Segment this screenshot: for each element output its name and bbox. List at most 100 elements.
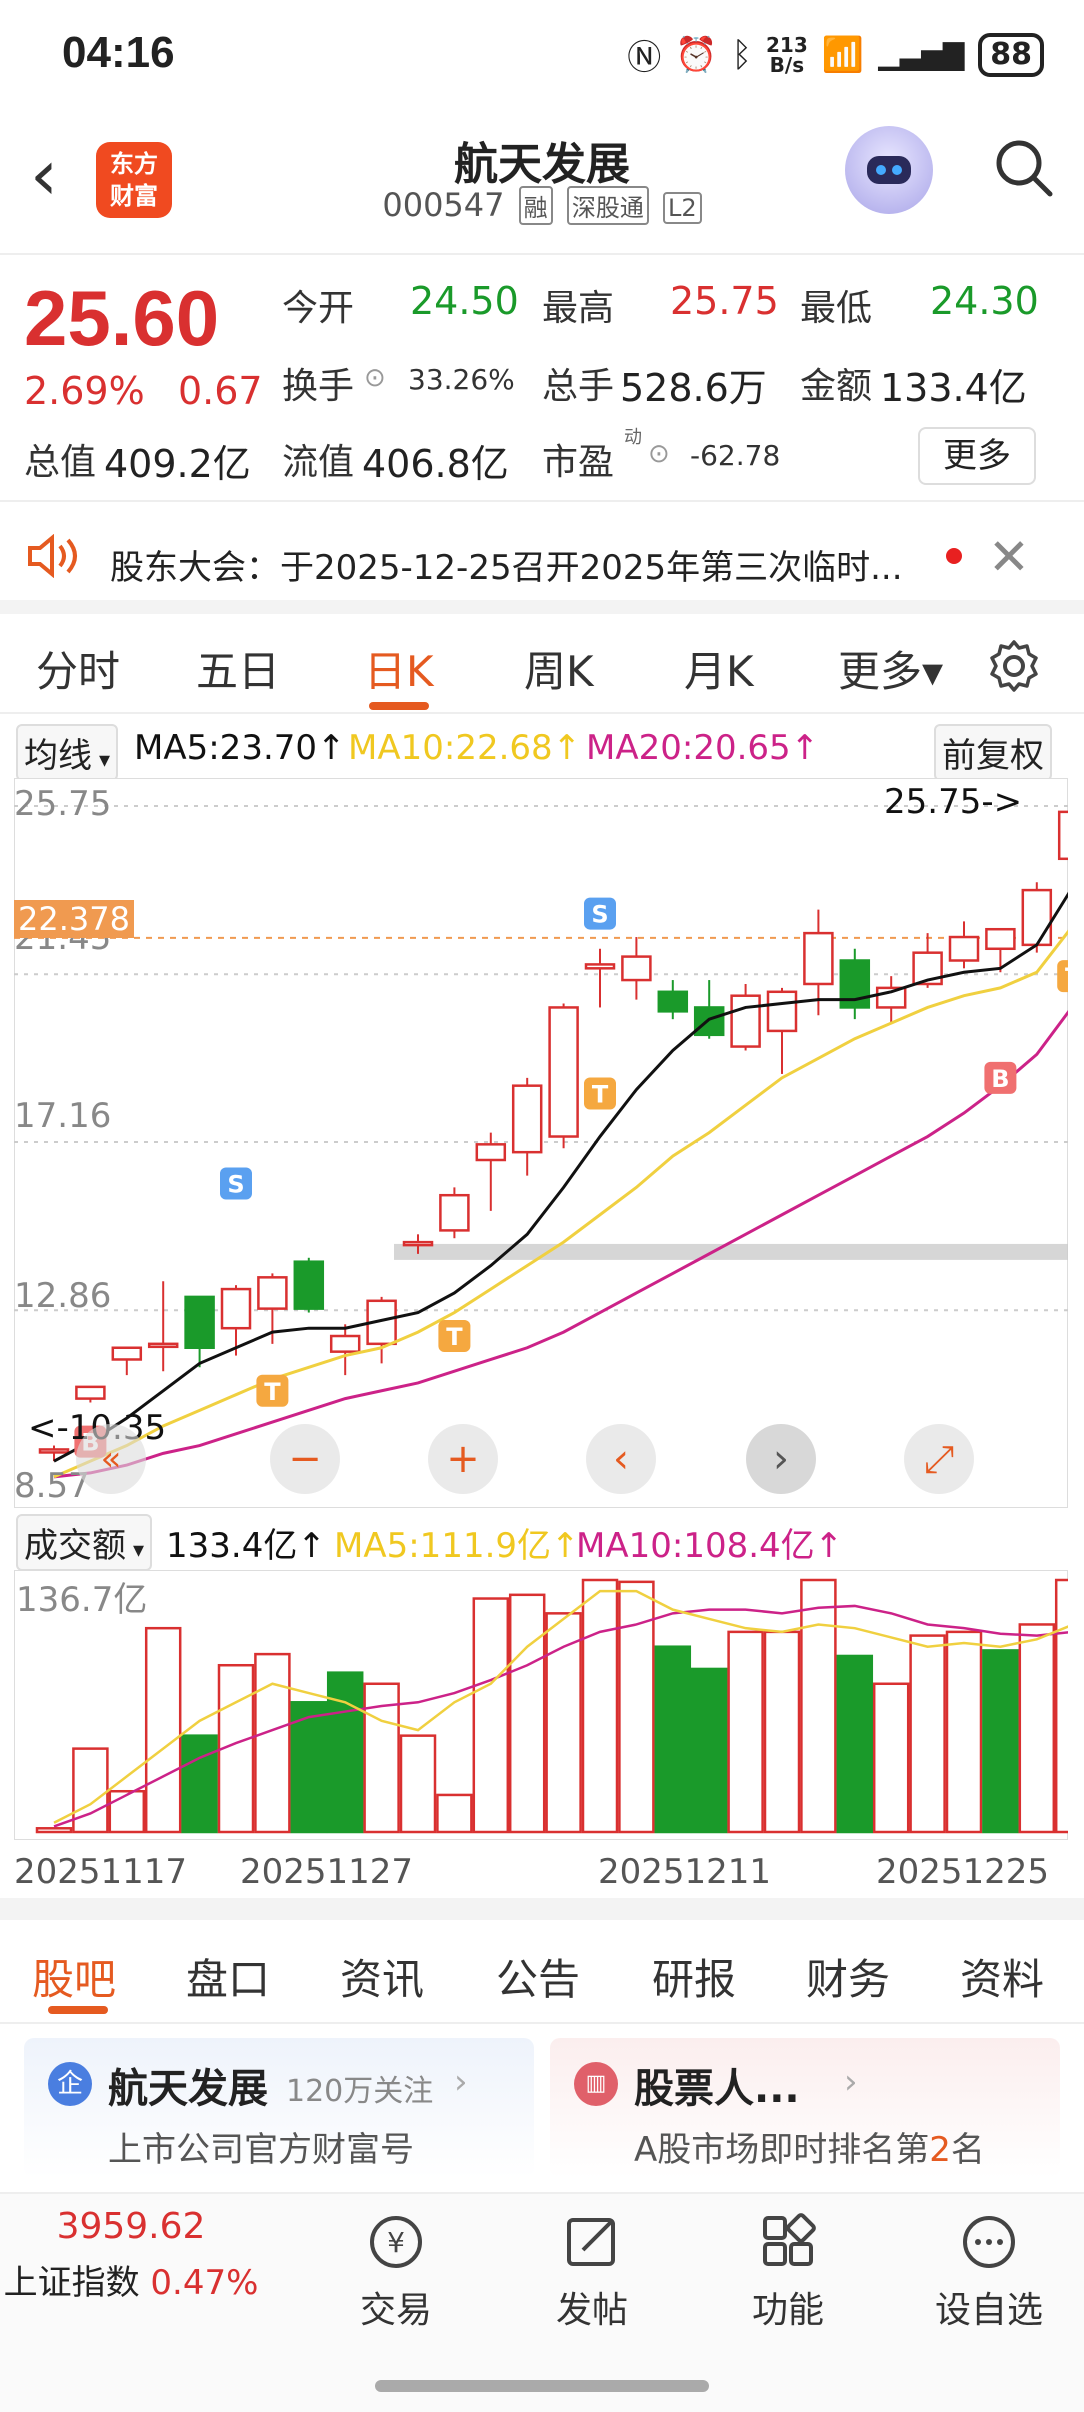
trade-label: 交易	[359, 2290, 432, 2331]
chevron-right-icon-2: ›	[844, 2062, 858, 2102]
tab-intraday[interactable]: 分时	[36, 638, 120, 699]
signal-label-5: T	[592, 1080, 609, 1108]
features-button[interactable]: 功能	[728, 2212, 848, 2333]
candle-body-6	[257, 1276, 288, 1310]
tab-news[interactable]: 资讯	[340, 1946, 424, 2007]
notice-banner[interactable]: 股东大会：于2025-12-25召开2025年第三次临时... ✕	[0, 504, 1084, 614]
volume-bar-8	[326, 1671, 364, 1834]
tag-level2: L2	[663, 192, 702, 224]
close-icon[interactable]: ✕	[988, 528, 1030, 586]
mcap-value: 409.2亿	[104, 442, 251, 486]
zoom-out-button[interactable]: −	[270, 1424, 340, 1494]
content-tabs: 股吧 盘口 资讯 公告 研报 财务 资料	[0, 1920, 1084, 2024]
kline-svg: BSTSTTBT	[13, 777, 1084, 1509]
x-axis-dates: 20251117 20251127 20251211 20251225	[0, 1848, 1084, 1898]
zoom-in-button[interactable]: +	[428, 1424, 498, 1494]
tab-daily-k[interactable]: 日K	[364, 638, 434, 699]
low-value: 24.30	[930, 279, 1039, 323]
fullscreen-button[interactable]: ⤢	[904, 1424, 974, 1494]
volume-bar-16	[618, 1580, 655, 1834]
tag-connect: 深股通	[566, 186, 649, 225]
prev-button[interactable]: ‹	[586, 1424, 656, 1494]
tab-forum[interactable]: 股吧	[32, 1946, 116, 2007]
volume-bar-2	[108, 1789, 146, 1834]
official-account-card[interactable]: 企 航天发展 120万关注 › 上市公司官方财富号	[24, 2038, 534, 2178]
status-time: 04:16	[62, 28, 175, 77]
tab-profile[interactable]: 资料	[960, 1946, 1044, 2007]
candle-body-26	[985, 927, 1016, 951]
pe-info-icon[interactable]: ⊙	[648, 439, 670, 469]
add-watchlist-label: 设自选	[934, 2290, 1043, 2331]
net-speed-unit: B/s	[769, 52, 805, 77]
tab-financials[interactable]: 财务	[806, 1946, 890, 2007]
ranking-card[interactable]: ▥ 股票人... › A股市场即时排名第2名	[550, 2038, 1060, 2178]
volume-ma10-value: MA10:108.4亿	[576, 1526, 815, 1566]
home-indicator[interactable]	[375, 2380, 709, 2392]
volume-bar-12	[472, 1597, 510, 1834]
signal-label-7: T	[1065, 963, 1068, 991]
volume-max-label: 136.7亿	[16, 1580, 148, 1620]
assistant-robot-icon[interactable]	[845, 126, 933, 214]
ma20-legend: MA20:20.65↑	[586, 728, 819, 768]
tab-orderbook[interactable]: 盘口	[186, 1946, 270, 2007]
info-icon[interactable]: ⊙	[364, 363, 386, 393]
tab-five-day[interactable]: 五日	[196, 638, 280, 699]
candle-body-10	[402, 1240, 434, 1247]
next-button[interactable]: ›	[746, 1424, 816, 1494]
ranking-sub-post: 名	[950, 2130, 985, 2170]
high-label: 最高	[542, 288, 615, 329]
tab-more[interactable]: 更多▾	[838, 638, 943, 699]
candle-body-17	[657, 990, 689, 1013]
turnover-value: 33.26%	[408, 363, 515, 396]
alarm-icon: ⏰	[675, 34, 718, 75]
adjust-button[interactable]: 前复权	[934, 724, 1052, 781]
grid-icon	[763, 2213, 816, 2266]
index-pct: 0.47%	[150, 2263, 259, 2303]
kline-chart[interactable]: BSTSTTBT 25.75 21.45 17.16 12.86 8.57 22…	[13, 777, 1084, 1509]
candle-body-25	[948, 935, 980, 962]
volume-selector[interactable]: 成交额 ▾	[16, 1514, 153, 1571]
chevron-right-icon: ›	[454, 2062, 468, 2102]
tab-monthly-k[interactable]: 月K	[684, 638, 754, 699]
volume-chart[interactable]: 136.7亿	[13, 1569, 1084, 1841]
candle-body-13	[511, 1084, 543, 1154]
volume-bar-19	[727, 1630, 764, 1834]
rewind-button[interactable]: «	[76, 1424, 146, 1494]
features-label: 功能	[751, 2290, 824, 2331]
index-row: 上证指数 0.47%	[0, 2255, 262, 2304]
candle-body-21	[803, 931, 834, 986]
bar-chart-icon: ▥	[574, 2062, 618, 2106]
edit-icon	[567, 2218, 615, 2266]
enterprise-badge-icon: 企	[48, 2062, 92, 2106]
volume-ma10-arrow: ↑	[814, 1526, 844, 1566]
open-label: 今开	[282, 288, 355, 329]
nfc-icon: Ⓝ	[627, 38, 662, 78]
tab-research[interactable]: 研报	[652, 1946, 736, 2007]
tab-announcements[interactable]: 公告	[496, 1946, 580, 2007]
date-label-1: 20251127	[240, 1852, 414, 1892]
ytick-2: 17.16	[14, 1096, 112, 1136]
volume-ma5: MA5:111.9亿↑	[334, 1518, 580, 1567]
settings-gear-icon[interactable]	[986, 638, 1042, 698]
candle-body-12	[475, 1143, 507, 1162]
post-button[interactable]: 发帖	[532, 2212, 652, 2333]
index-value: 3959.62	[56, 2206, 206, 2247]
more-quote-button[interactable]: 更多	[918, 427, 1036, 485]
trade-button[interactable]: ¥ 交易	[336, 2212, 456, 2333]
volume-bar-25	[945, 1630, 983, 1834]
card-subtitle: 上市公司官方财富号	[108, 2130, 414, 2170]
high-marker: 25.75->	[884, 782, 1023, 822]
ma-selector[interactable]: 均线 ▾	[16, 724, 119, 781]
volume-label: 总手	[542, 366, 615, 407]
volume-bar-0	[35, 1827, 73, 1834]
tab-weekly-k[interactable]: 周K	[524, 638, 594, 699]
open-value: 24.50	[410, 279, 519, 323]
search-icon[interactable]	[992, 136, 1056, 200]
candle-body-7	[293, 1260, 325, 1310]
ranking-card-subtitle: A股市场即时排名第2名	[634, 2122, 985, 2171]
stock-header: ‹ 东方 财富 航天发展 000547 融 深股通 L2	[0, 110, 1084, 255]
svg-text:¥: ¥	[387, 2226, 405, 2259]
index-widget[interactable]: 3959.62 上证指数 0.47%	[0, 2206, 262, 2304]
turnover-label: 换手	[282, 366, 355, 407]
add-watchlist-button[interactable]: 设自选	[926, 2212, 1052, 2333]
